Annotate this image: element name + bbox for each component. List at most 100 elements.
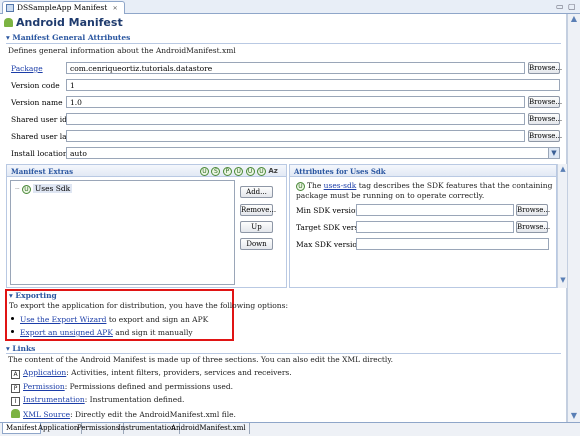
export-unsigned-item: Export an unsigned APK and sign it manua… — [11, 328, 193, 337]
uses-feature-icon[interactable]: U — [234, 167, 244, 176]
scroll-down-icon[interactable]: ▼ — [558, 276, 568, 284]
shared-user-id-label: Shared user id — [11, 115, 67, 124]
shared-user-label-field[interactable] — [66, 130, 525, 142]
min-sdk-browse-button[interactable]: Browse... — [516, 204, 550, 216]
max-sdk-label: Max SDK version — [296, 240, 362, 249]
instrumentation-link-text: : Instrumentation defined. — [84, 395, 185, 404]
scroll-up-icon[interactable]: ▲ — [568, 14, 580, 24]
remove-button[interactable]: Remove... — [240, 204, 276, 216]
package-field[interactable]: com.cenriqueortiz.tutorials.datastore — [66, 62, 525, 74]
application-icon: A — [11, 370, 20, 379]
collapse-icon: ▾ — [6, 33, 10, 42]
page-title-text: Android Manifest — [16, 16, 123, 29]
export-wizard-text: to export and sign an APK — [106, 315, 209, 324]
xml-source-link-text: : Directly edit the AndroidManifest.xml … — [70, 410, 236, 419]
uses-library-icon[interactable]: U — [245, 167, 255, 176]
min-sdk-label: Min SDK version — [296, 206, 361, 215]
application-link[interactable]: Application — [23, 368, 66, 377]
link-item-instrumentation: I Instrumentation: Instrumentation define… — [11, 395, 184, 406]
chevron-down-icon[interactable]: ▼ — [548, 148, 559, 158]
desc-pre: The — [307, 181, 324, 190]
attributes-header-text: Attributes for Uses Sdk — [294, 167, 386, 176]
extras-header-text: Manifest Extras — [11, 167, 74, 176]
install-location-label: Install location — [11, 149, 68, 158]
bullet-icon — [11, 330, 14, 333]
tab-androidmanifest-xml[interactable]: AndroidManifest.xml — [168, 423, 250, 434]
export-wizard-link[interactable]: Use the Export Wizard — [20, 315, 106, 324]
general-header-text: Manifest General Attributes — [12, 33, 131, 42]
scroll-up-icon[interactable]: ▲ — [558, 165, 568, 173]
vertical-scrollbar[interactable]: ▲ ▼ — [567, 14, 580, 422]
application-link-text: : Activities, intent filters, providers,… — [66, 368, 292, 377]
version-name-field[interactable]: 1.0 — [66, 96, 525, 108]
export-wizard-item: Use the Export Wizard to export and sign… — [11, 315, 208, 324]
android-icon — [4, 18, 13, 27]
install-location-select[interactable]: auto ▼ — [66, 147, 560, 159]
link-item-xml-source: XML Source: Directly edit the AndroidMan… — [11, 409, 236, 419]
shared-user-id-field[interactable] — [66, 113, 525, 125]
up-button[interactable]: Up — [240, 221, 273, 233]
maximize-icon[interactable]: ▢ — [568, 2, 576, 11]
uses-icon[interactable]: U — [200, 167, 209, 176]
version-name-label: Version name — [11, 98, 63, 107]
target-sdk-browse-button[interactable]: Browse... — [516, 221, 550, 233]
permission-link-text: : Permissions defined and permissions us… — [64, 382, 234, 391]
permission-icon: P — [11, 384, 20, 393]
add-button[interactable]: Add... — [240, 186, 273, 198]
collapse-icon: ▾ — [6, 344, 10, 353]
min-sdk-field[interactable] — [356, 204, 514, 216]
general-description: Defines general information about the An… — [8, 46, 236, 55]
permission-icon[interactable]: P — [222, 167, 232, 176]
links-section-header[interactable]: ▾ Links — [6, 344, 35, 353]
tree-connector: ┄ — [15, 184, 20, 193]
editor-tab-label: DSSampleApp Manifest — [17, 3, 108, 12]
shared-user-id-browse-button[interactable]: Browse... — [528, 113, 562, 125]
attributes-description: U The uses-sdk tag describes the SDK feat… — [296, 181, 554, 200]
section-divider — [6, 43, 561, 44]
manifest-file-icon — [6, 4, 14, 12]
export-unsigned-text: and sign it manually — [112, 328, 193, 337]
version-name-browse-button[interactable]: Browse... — [528, 96, 562, 108]
exporting-description: To export the application for distributi… — [9, 301, 288, 310]
attributes-header: Attributes for Uses Sdk — [290, 165, 556, 177]
version-code-label: Version code — [11, 81, 60, 90]
collapse-icon: ▾ — [9, 291, 13, 300]
version-code-field[interactable]: 1 — [66, 79, 560, 91]
sort-icon[interactable]: Az — [268, 167, 278, 175]
uses-configuration-icon[interactable]: U — [256, 167, 266, 176]
link-item-application: A Application: Activities, intent filters… — [11, 368, 292, 379]
page-title: Android Manifest — [4, 16, 123, 29]
target-sdk-field[interactable] — [356, 221, 514, 233]
close-icon[interactable]: ✕ — [113, 5, 118, 12]
bullet-icon — [11, 317, 14, 320]
instrumentation-link[interactable]: Instrumentation — [23, 395, 85, 404]
install-location-value: auto — [70, 149, 87, 158]
uses-sdk-icon: U — [21, 185, 31, 194]
instrumentation-icon: I — [11, 397, 20, 406]
minimize-icon[interactable]: ▭ — [556, 2, 564, 11]
link-item-permission: P Permission: Permissions defined and per… — [11, 382, 233, 393]
exporting-header-text: Exporting — [15, 291, 57, 300]
exporting-section-header[interactable]: ▾ Exporting — [9, 291, 57, 300]
supports-screens-icon[interactable]: S — [211, 167, 221, 176]
extras-toolbar: U S P U U U Az — [200, 166, 278, 176]
scroll-down-icon[interactable]: ▼ — [568, 411, 580, 421]
permission-link[interactable]: Permission — [23, 382, 65, 391]
tree-item-uses-sdk[interactable]: ┄ U Uses Sdk — [15, 184, 73, 194]
xml-source-link[interactable]: XML Source — [23, 410, 70, 419]
uses-sdk-info-icon: U — [296, 182, 305, 191]
android-icon — [11, 409, 20, 418]
uses-sdk-link[interactable]: uses-sdk — [324, 181, 357, 190]
general-section-header[interactable]: ▾ Manifest General Attributes — [6, 33, 130, 42]
max-sdk-field[interactable] — [356, 238, 549, 250]
links-description: The content of the Android Manifest is m… — [8, 355, 393, 364]
editor-tab-manifest[interactable]: DSSampleApp Manifest ✕ — [2, 1, 125, 14]
package-link[interactable]: Package — [11, 64, 43, 73]
package-browse-button[interactable]: Browse... — [528, 62, 562, 74]
down-button[interactable]: Down — [240, 238, 273, 250]
export-unsigned-link[interactable]: Export an unsigned APK — [20, 328, 113, 337]
shared-user-label-browse-button[interactable]: Browse... — [528, 130, 562, 142]
extras-tree[interactable]: ┄ U Uses Sdk — [10, 180, 235, 285]
attributes-scrollbar[interactable]: ▲ ▼ — [557, 164, 567, 288]
links-header-text: Links — [12, 344, 36, 353]
